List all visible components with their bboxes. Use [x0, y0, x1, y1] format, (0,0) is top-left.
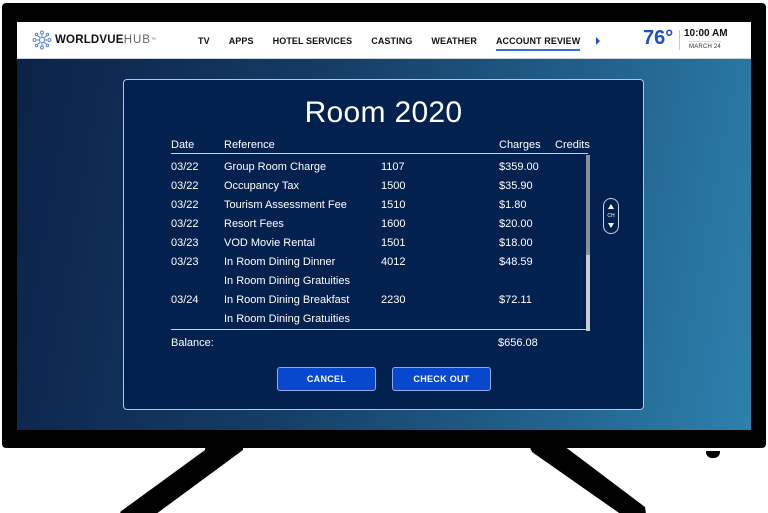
row-date: 03/23 [171, 237, 199, 249]
table-row: 03/22 Group Room Charge 1107 $359.00 [171, 158, 588, 177]
table-row: 03/24 In Room Dining Breakfast 2230 $72.… [171, 291, 588, 310]
charges-list: 03/22 Group Room Charge 1107 $359.00 03/… [171, 155, 588, 330]
row-reference: In Room Dining Gratuities [224, 275, 350, 287]
row-charges: $18.00 [499, 237, 533, 249]
row-reference: In Room Dining Dinner [224, 256, 336, 268]
row-code: 1107 [381, 161, 405, 173]
logo-trademark: ™ [150, 37, 156, 43]
nav-casting[interactable]: CASTING [371, 34, 412, 48]
row-charges: $359.00 [499, 161, 539, 173]
row-date: 03/23 [171, 256, 199, 268]
nav-hotel-services[interactable]: HOTEL SERVICES [273, 34, 353, 48]
row-date: 03/22 [171, 218, 199, 230]
row-reference: VOD Movie Rental [224, 237, 316, 249]
arrow-up-icon[interactable] [608, 204, 614, 209]
row-date: 03/22 [171, 161, 199, 173]
row-code: 2230 [381, 294, 406, 306]
nav-next-arrow-icon[interactable] [596, 36, 601, 45]
clock-date: MARCH 24 [689, 41, 721, 50]
balance-label: Balance: [171, 337, 214, 349]
row-reference: Resort Fees [224, 218, 284, 230]
logo: WORLDVUE HUB ™ [32, 29, 156, 51]
logo-hub: HUB [123, 34, 151, 46]
tv-screen: WORLDVUE HUB ™ TV APPS HOTEL SERVICES CA… [17, 22, 751, 430]
channel-scroll-control[interactable]: CH [603, 198, 619, 234]
row-reference: Group Room Charge [224, 161, 327, 173]
nav-weather[interactable]: WEATHER [431, 34, 477, 48]
row-charges: $72.11 [499, 294, 532, 306]
row-code: 1510 [381, 199, 406, 211]
table-row: 03/22 Tourism Assessment Fee 1510 $1.80 [171, 196, 588, 215]
temperature: 76° [643, 27, 674, 49]
channel-label: CH [607, 213, 615, 219]
top-bar: WORLDVUE HUB ™ TV APPS HOTEL SERVICES CA… [17, 22, 751, 59]
row-code: 1500 [381, 180, 406, 192]
row-code: 1501 [381, 237, 406, 249]
clock-time: 10:00 AM [684, 28, 728, 39]
table-row: In Room Dining Gratuities [171, 310, 588, 329]
row-reference: In Room Dining Gratuities [224, 313, 350, 325]
table-row: 03/22 Resort Fees 1600 $20.00 [171, 215, 588, 234]
row-date: 03/24 [171, 294, 199, 306]
table-row: In Room Dining Gratuities [171, 272, 588, 291]
row-date: 03/22 [171, 180, 199, 192]
balance-value: $656.08 [498, 337, 538, 349]
column-header-reference: Reference [224, 139, 275, 151]
row-charges: $48.59 [499, 256, 533, 268]
table-row: 03/23 In Room Dining Dinner 4012 $48.59 [171, 253, 588, 272]
tv-stand [120, 440, 646, 513]
header-divider-line [171, 153, 588, 154]
main-nav: TV APPS HOTEL SERVICES CASTING WEATHER A… [198, 22, 601, 59]
row-charges: $1.80 [499, 199, 527, 211]
row-reference: Tourism Assessment Fee [224, 199, 347, 211]
nav-tv[interactable]: TV [198, 34, 210, 48]
scrollbar-thumb[interactable] [586, 155, 590, 255]
row-code: 1600 [381, 218, 406, 230]
room-title: Room 2020 [304, 96, 463, 129]
column-header-date: Date [171, 139, 195, 151]
column-header-charges: Charges [499, 139, 541, 151]
row-charges: $20.00 [499, 218, 533, 230]
table-row: 03/22 Occupancy Tax 1500 $35.90 [171, 177, 588, 196]
check-out-button[interactable]: CHECK OUT [392, 367, 491, 391]
tv-frame: WORLDVUE HUB ™ TV APPS HOTEL SERVICES CA… [0, 0, 768, 513]
row-code: 4012 [381, 256, 406, 268]
row-date: 03/22 [171, 199, 199, 211]
table-row: 03/23 VOD Movie Rental 1501 $18.00 [171, 234, 588, 253]
row-reference: Occupancy Tax [224, 180, 300, 192]
account-review-panel: Room 2020 Date Reference Charges Credits… [123, 79, 644, 410]
row-reference: In Room Dining Breakfast [224, 294, 350, 306]
row-charges: $35.90 [499, 180, 533, 192]
nav-account-review[interactable]: ACCOUNT REVIEW [495, 34, 581, 51]
column-header-credits: Credits [555, 139, 590, 151]
header-divider [679, 30, 680, 50]
arrow-down-icon[interactable] [608, 223, 614, 228]
cancel-button[interactable]: CANCEL [277, 367, 376, 391]
globe-network-icon [32, 30, 52, 50]
nav-apps[interactable]: APPS [229, 34, 254, 48]
logo-worldvue: WORLDVUE [55, 34, 124, 46]
